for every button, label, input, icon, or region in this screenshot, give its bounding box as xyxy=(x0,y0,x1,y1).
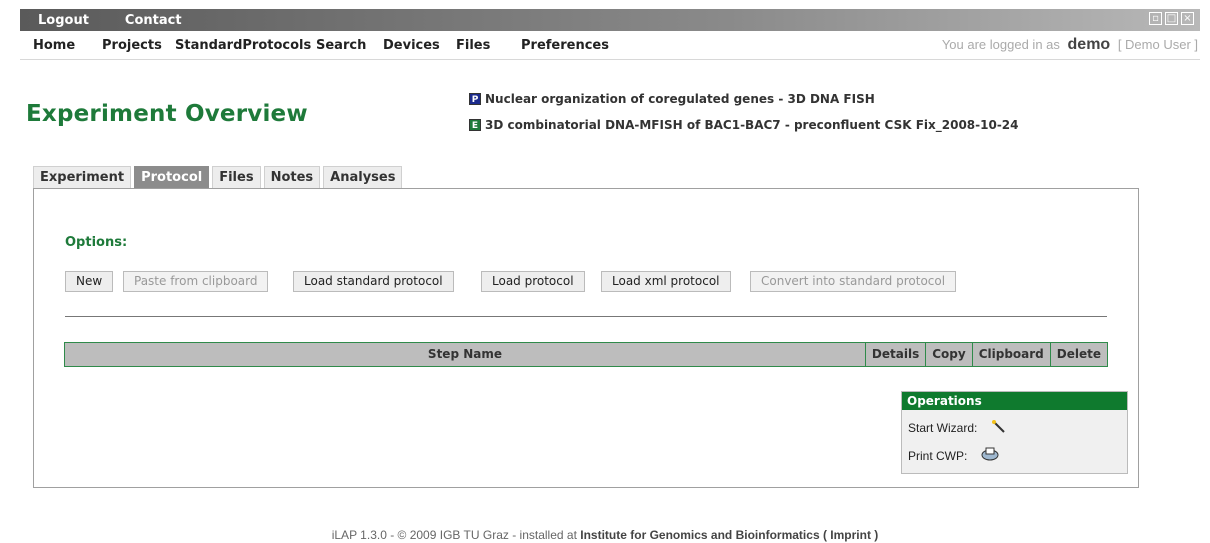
tab-notes[interactable]: Notes xyxy=(263,166,321,188)
operations-header: Operations xyxy=(902,392,1127,410)
footer: iLAP 1.3.0 - © 2009 IGB TU Graz - instal… xyxy=(0,528,1210,542)
new-button[interactable]: New xyxy=(65,271,114,292)
divider xyxy=(65,316,1107,317)
tab-protocol[interactable]: Protocol xyxy=(134,166,210,188)
col-delete[interactable]: Delete xyxy=(1049,343,1107,366)
nav-files[interactable]: Files xyxy=(456,38,490,53)
project-badge-icon: P xyxy=(469,93,481,105)
steps-table-header: Step Name Details Copy Clipboard Delete xyxy=(64,342,1108,367)
nav-projects[interactable]: Projects xyxy=(102,38,162,53)
load-standard-protocol-button[interactable]: Load standard protocol xyxy=(293,271,454,292)
project-link[interactable]: P Nuclear organization of coregulated ge… xyxy=(469,92,875,106)
col-copy[interactable]: Copy xyxy=(925,343,971,366)
tab-bar: Experiment Protocol Files Notes Analyses xyxy=(33,166,403,188)
load-xml-protocol-button[interactable]: Load xml protocol xyxy=(601,271,731,292)
main-nav: Home Projects StandardProtocols Search D… xyxy=(20,31,1200,60)
start-wizard-row: Start Wizard: xyxy=(908,418,1007,437)
load-protocol-button[interactable]: Load protocol xyxy=(481,271,585,292)
window-controls: ▫ □ × xyxy=(1149,12,1194,25)
print-cwp-label: Print CWP: xyxy=(908,448,968,463)
footer-institute-link[interactable]: Institute for Genomics and Bioinformatic… xyxy=(580,528,878,542)
tab-files[interactable]: Files xyxy=(212,166,261,188)
restore-icon[interactable]: ▫ xyxy=(1149,12,1162,25)
operations-box: Operations Start Wizard: Print CWP: xyxy=(901,391,1128,474)
print-cwp-row: Print CWP: xyxy=(908,446,999,465)
tab-experiment[interactable]: Experiment xyxy=(33,166,132,188)
username: demo xyxy=(1067,36,1111,53)
start-wizard-label: Start Wizard: xyxy=(908,420,978,435)
printer-icon[interactable] xyxy=(981,446,999,465)
project-label: Nuclear organization of coregulated gene… xyxy=(485,92,875,106)
close-icon[interactable]: × xyxy=(1181,12,1194,25)
paste-from-clipboard-button[interactable]: Paste from clipboard xyxy=(123,271,269,292)
login-prefix: You are logged in as xyxy=(941,37,1060,52)
nav-preferences[interactable]: Preferences xyxy=(521,38,609,53)
maximize-icon[interactable]: □ xyxy=(1165,12,1178,25)
nav-standardprotocols[interactable]: StandardProtocols xyxy=(175,38,311,53)
tab-analyses[interactable]: Analyses xyxy=(323,166,403,188)
user-fullname: [ Demo User ] xyxy=(1117,37,1198,52)
nav-devices[interactable]: Devices xyxy=(383,38,440,53)
col-step-name: Step Name xyxy=(427,347,502,361)
experiment-badge-icon: E xyxy=(469,119,481,131)
page-title: Experiment Overview xyxy=(26,101,308,127)
experiment-label: 3D combinatorial DNA-MFISH of BAC1-BAC7 … xyxy=(485,118,1019,132)
wizard-wand-icon[interactable] xyxy=(991,418,1007,437)
options-label: Options: xyxy=(65,235,128,250)
nav-home[interactable]: Home xyxy=(33,38,75,53)
logout-link[interactable]: Logout xyxy=(38,13,89,28)
top-bar: Logout Contact ▫ □ × xyxy=(20,9,1200,31)
nav-search[interactable]: Search xyxy=(316,38,366,53)
login-status: You are logged in as demo [ Demo User ] xyxy=(942,36,1198,54)
convert-into-standard-protocol-button[interactable]: Convert into standard protocol xyxy=(750,271,957,292)
col-clipboard[interactable]: Clipboard xyxy=(971,343,1050,366)
footer-text: iLAP 1.3.0 - © 2009 IGB TU Graz - instal… xyxy=(331,528,577,542)
contact-link[interactable]: Contact xyxy=(125,13,182,28)
experiment-link[interactable]: E 3D combinatorial DNA-MFISH of BAC1-BAC… xyxy=(469,118,1019,132)
col-details[interactable]: Details xyxy=(864,343,925,366)
